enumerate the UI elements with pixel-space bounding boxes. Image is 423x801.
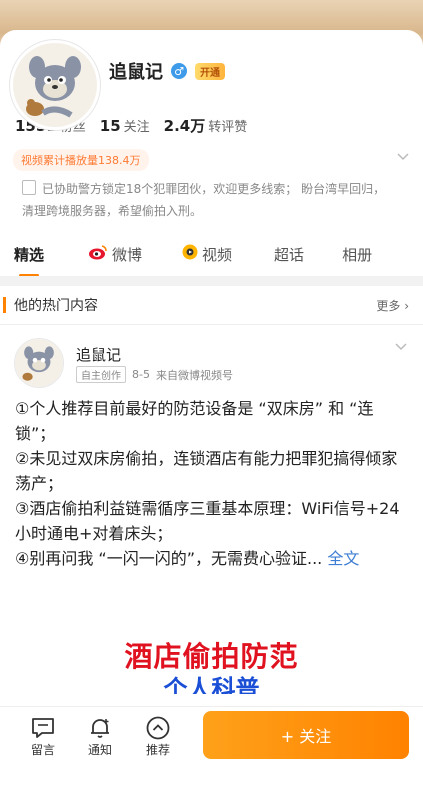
divider-line xyxy=(0,324,423,325)
message-icon xyxy=(23,715,63,741)
section-title: 他的热门内容 xyxy=(14,298,98,314)
bottom-action-bar: 留言 通知 推荐 + 关注 xyxy=(0,706,423,801)
cover-title: 酒店偷拍防范 xyxy=(124,640,299,673)
profile-name-row: 追鼠记 ♂ 开通 xyxy=(109,58,225,84)
original-badge: 自主创作 xyxy=(76,366,126,383)
stat-following[interactable]: 15 关注 xyxy=(100,116,150,135)
recommend-label: 推荐 xyxy=(145,743,170,757)
recommend-button[interactable]: 推荐 xyxy=(138,715,178,758)
profile-description: 已协助警方锁定18个犯罪团伙，欢迎更多线索； 盼台湾早回归，清理跨境服务器，希望… xyxy=(22,180,386,218)
tab-album[interactable]: 相册 xyxy=(342,244,372,265)
section-divider xyxy=(0,276,423,286)
section-accent-bar xyxy=(3,297,6,313)
message-button[interactable]: 留言 xyxy=(23,715,63,758)
full-text-link[interactable]: 全文 xyxy=(327,549,359,568)
profile-name: 追鼠记 xyxy=(109,62,163,83)
video-plays-pill[interactable]: 视频累计播放量138.4万 xyxy=(13,149,149,171)
more-link[interactable]: 更多 › xyxy=(376,297,409,314)
bell-plus-icon xyxy=(80,715,120,741)
tab-super-topic[interactable]: 超话 xyxy=(274,244,304,265)
stat-reposts-likes[interactable]: 2.4万 转评赞 xyxy=(164,115,248,136)
post-line: ①个人推荐目前最好的防范设备是 “双床房” 和 “连锁”； xyxy=(15,399,374,443)
post-source: 来自微博视频号 xyxy=(155,368,233,382)
post-meta: 自主创作 8-5 来自微博视频号 xyxy=(76,366,233,383)
notify-button[interactable]: 通知 xyxy=(80,715,120,758)
document-icon xyxy=(22,180,36,195)
avatar[interactable] xyxy=(10,40,100,130)
tab-featured[interactable]: 精选 xyxy=(14,244,44,265)
post-menu-chevron-down-icon[interactable] xyxy=(395,340,407,355)
message-label: 留言 xyxy=(30,743,55,757)
expand-chevron-down-icon[interactable] xyxy=(397,150,409,165)
post-line: ②未见过双床房偷拍，连锁酒店有能力把罪犯搞得倾家荡产； xyxy=(15,449,398,493)
tab-weibo[interactable]: 微博 xyxy=(88,244,142,265)
hot-content-header: 他的热门内容 更多 › xyxy=(0,286,423,324)
post-author-name[interactable]: 追鼠记 xyxy=(76,344,121,365)
post-date: 8-5 xyxy=(132,368,150,381)
video-icon xyxy=(182,244,198,264)
post-line: ④别再问我 “一闪一闪的”，无需费心验证... 全文 xyxy=(15,549,360,568)
post-line: ③酒店偷拍利益链需循序三重基本原理：WiFi信号+24小时通电+对着床头； xyxy=(15,499,400,543)
chevron-up-circle-icon xyxy=(138,715,178,741)
profile-tabs: 精选 微博 视频 超话 相册 xyxy=(0,236,423,272)
vip-open-badge[interactable]: 开通 xyxy=(195,62,225,80)
tab-video[interactable]: 视频 xyxy=(182,244,232,265)
post-body: ①个人推荐目前最好的防范设备是 “双床房” 和 “连锁”； ②未见过双床房偷拍，… xyxy=(15,396,407,571)
post-author-avatar[interactable] xyxy=(14,338,64,388)
weibo-icon xyxy=(88,244,108,264)
post-video-cover[interactable]: 酒店偷拍防范 个人科普 xyxy=(0,640,423,710)
cover-subtitle: 个人科普 xyxy=(163,675,260,694)
notify-label: 通知 xyxy=(87,743,112,757)
follow-button[interactable]: + 关注 xyxy=(203,711,409,759)
gender-male-icon: ♂ xyxy=(171,63,187,79)
